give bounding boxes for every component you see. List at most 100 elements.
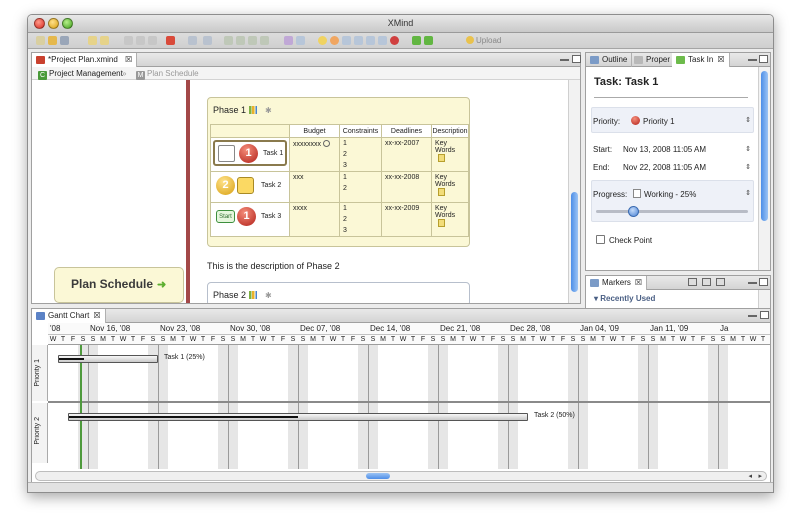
- undo-icon[interactable]: [88, 36, 97, 45]
- note-icon[interactable]: [438, 188, 445, 196]
- stop-icon[interactable]: [390, 36, 399, 45]
- redo-icon[interactable]: [100, 36, 109, 45]
- attachment-icon[interactable]: [378, 36, 387, 45]
- select-icon[interactable]: [323, 140, 330, 147]
- minimize-panel-icon[interactable]: [748, 282, 757, 284]
- central-topic[interactable]: Plan Schedule: [54, 267, 184, 303]
- gantt-day-label: S: [90, 336, 96, 343]
- scrollbar-thumb[interactable]: [571, 192, 578, 292]
- label-icon[interactable]: [330, 36, 339, 45]
- scrollbar-thumb[interactable]: [761, 71, 768, 221]
- phase1-add-icon[interactable]: ✱: [265, 106, 272, 115]
- tab-markers[interactable]: Markers ☒: [586, 276, 648, 290]
- phase2-topic[interactable]: Phase 2 ✱: [207, 282, 470, 303]
- checkpoint-checkbox[interactable]: Check Point: [596, 235, 652, 245]
- maximize-panel-icon[interactable]: [760, 311, 769, 319]
- maximize-panel-icon[interactable]: [572, 55, 581, 63]
- summary-icon[interactable]: [354, 36, 363, 45]
- relationship-icon[interactable]: [284, 36, 293, 45]
- minimize-panel-icon[interactable]: [560, 59, 569, 61]
- upload-button[interactable]: Upload: [466, 36, 501, 45]
- task3-constraints: 1 2 3: [339, 202, 382, 237]
- priority-row[interactable]: Priority: Priority 1: [593, 116, 675, 126]
- marker-export-icon[interactable]: [702, 278, 711, 286]
- progress-stepper[interactable]: ⇕: [745, 189, 751, 197]
- breadcrumb-item-project-management[interactable]: C Project Management: [38, 69, 123, 80]
- image-icon[interactable]: [342, 36, 351, 45]
- maximize-panel-icon[interactable]: [759, 55, 768, 63]
- editor-tab[interactable]: *Project Plan.xmind ☒: [32, 53, 138, 67]
- end-stepper[interactable]: ⇕: [745, 163, 751, 171]
- minimize-panel-icon[interactable]: [748, 315, 757, 317]
- marker-icon[interactable]: [318, 36, 327, 45]
- insert-floating-topic-icon[interactable]: [248, 36, 257, 45]
- props-vertical-scrollbar[interactable]: [758, 67, 770, 270]
- gantt-body[interactable]: Task 1 (25%) Task 2 (50%): [48, 345, 770, 469]
- minimize-panel-icon[interactable]: [748, 59, 757, 61]
- tab-outline[interactable]: Outline: [586, 53, 633, 67]
- boundary-icon[interactable]: [296, 36, 305, 45]
- task3-topic[interactable]: Start 1 Task 3: [213, 205, 287, 231]
- breadcrumb-item-plan-schedule[interactable]: M Plan Schedule: [136, 69, 199, 80]
- close-tab-icon[interactable]: ☒: [635, 278, 642, 287]
- marker-manage-icon[interactable]: [716, 278, 725, 286]
- editor-vertical-scrollbar[interactable]: [568, 80, 580, 303]
- markers-vertical-scrollbar[interactable]: [758, 290, 770, 308]
- cut-icon[interactable]: [124, 36, 133, 45]
- task1-cell[interactable]: 1 Task 1: [210, 137, 290, 172]
- gantt-chart-area[interactable]: '08 Nov 16, '08 Nov 23, '08 Nov 30, '08 Dec …: [32, 323, 770, 469]
- close-tab-icon[interactable]: ☒: [93, 311, 100, 320]
- note-icon[interactable]: [438, 219, 445, 227]
- mindmap-canvas[interactable]: Phase 1 ✱ Budget Constraints Deadlines D…: [32, 80, 568, 303]
- tab-task-info[interactable]: Task In ☒: [672, 53, 730, 67]
- close-tab-icon[interactable]: ☒: [125, 55, 132, 64]
- recently-used-section[interactable]: Recently Used: [594, 294, 655, 303]
- insert-callout-icon[interactable]: [260, 36, 269, 45]
- new-file-icon[interactable]: [36, 36, 45, 45]
- copy-icon[interactable]: [136, 36, 145, 45]
- paste-icon[interactable]: [148, 36, 157, 45]
- start-stepper[interactable]: ⇕: [745, 145, 751, 153]
- insert-topic-icon[interactable]: [224, 36, 233, 45]
- gantt-horizontal-scrollbar[interactable]: ◂ ▸: [35, 471, 767, 481]
- gantt-task-bar[interactable]: [68, 413, 528, 421]
- drill-down-icon[interactable]: [412, 36, 421, 45]
- end-row[interactable]: End: Nov 22, 2008 11:05 AM: [593, 163, 706, 172]
- phase1-topic[interactable]: Phase 1 ✱ Budget Constraints Deadlines D…: [207, 97, 470, 247]
- scroll-right-arrow[interactable]: ▸: [758, 472, 762, 480]
- task2-topic[interactable]: 2 Task 2: [213, 174, 287, 200]
- progress-slider[interactable]: [596, 206, 748, 217]
- window-title: XMind: [387, 18, 414, 28]
- delete-icon[interactable]: [166, 36, 175, 45]
- priority-stepper[interactable]: ⇕: [745, 116, 751, 124]
- start-row[interactable]: Start: Nov 13, 2008 11:05 AM: [593, 145, 706, 154]
- save-icon[interactable]: [60, 36, 69, 45]
- maximize-panel-icon[interactable]: [759, 278, 768, 286]
- tab-properties[interactable]: Proper: [630, 53, 676, 67]
- print-icon[interactable]: [188, 36, 197, 45]
- marker-import-icon[interactable]: [688, 278, 697, 286]
- open-folder-icon[interactable]: [48, 36, 57, 45]
- task1-topic[interactable]: 1 Task 1: [213, 140, 287, 166]
- export-icon[interactable]: [203, 36, 212, 45]
- tab-gantt-chart[interactable]: Gantt Chart ☒: [32, 309, 106, 323]
- progress-row[interactable]: Progress: Working - 25%: [593, 189, 696, 199]
- description-value: Key Words: [435, 205, 456, 219]
- gantt-task-bar[interactable]: [58, 355, 158, 363]
- drill-up-icon[interactable]: [424, 36, 433, 45]
- task3-cell[interactable]: Start 1 Task 3: [210, 202, 290, 237]
- note-icon[interactable]: [438, 154, 445, 162]
- hyperlink-icon[interactable]: [366, 36, 375, 45]
- phase2-add-icon[interactable]: ✱: [265, 291, 272, 300]
- close-tab-icon[interactable]: ☒: [717, 55, 724, 64]
- task2-cell[interactable]: 2 Task 2: [210, 171, 290, 203]
- scrollbar-thumb[interactable]: [366, 473, 390, 479]
- gantt-day-label: S: [650, 336, 656, 343]
- scroll-left-arrow[interactable]: ◂: [748, 472, 752, 480]
- insert-subtopic-icon[interactable]: [236, 36, 245, 45]
- gantt-day-label: W: [189, 336, 197, 343]
- progress-label: Progress:: [593, 190, 628, 199]
- checkbox-box[interactable]: [596, 235, 605, 244]
- progress-slider-knob[interactable]: [628, 206, 639, 217]
- phase-description[interactable]: This is the description of Phase 2: [207, 261, 340, 271]
